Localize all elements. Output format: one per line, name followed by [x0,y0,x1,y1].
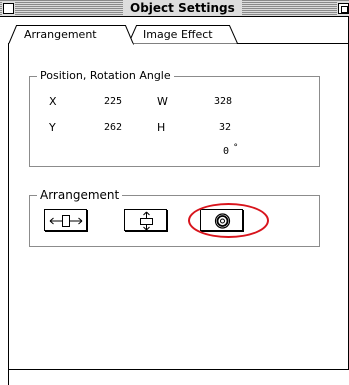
y-value: 262 [104,122,123,133]
position-group-title: Position, Rotation Angle [37,69,174,83]
w-value: 328 [214,96,233,107]
w-label: W [157,95,168,108]
h-value: 32 [219,122,232,133]
arrangement-group-title: Arrangement [37,188,123,202]
highlight-ring [188,203,269,238]
h-label: H [157,121,166,134]
vertical-center-icon [140,211,153,231]
panel-bottom-edge [8,369,349,370]
tab-arrangement[interactable]: Arrangement [8,25,134,45]
panel-border [8,43,9,385]
tab-image-effect-label: Image Effect [143,28,213,41]
tab-arrangement-label: Arrangement [24,28,97,41]
tab-image-effect[interactable]: Image Effect [128,25,238,44]
angle-unit: ° [233,143,239,153]
align-vertical-center-button[interactable] [124,209,167,231]
angle-value: 0 [223,146,230,157]
position-rotation-group: Position, Rotation Angle [29,69,320,167]
zoom-box-icon[interactable] [338,3,349,14]
close-box-icon[interactable] [3,3,14,14]
x-label: X [49,95,57,108]
x-value: 225 [104,96,123,107]
horizontal-center-icon [49,215,83,227]
object-settings-window: Object Settings Image Effect Arrangement… [0,0,349,385]
title-bar[interactable]: Object Settings [0,0,349,17]
align-horizontal-center-button[interactable] [44,209,87,231]
window-title: Object Settings [123,0,242,16]
y-label: Y [49,121,56,134]
